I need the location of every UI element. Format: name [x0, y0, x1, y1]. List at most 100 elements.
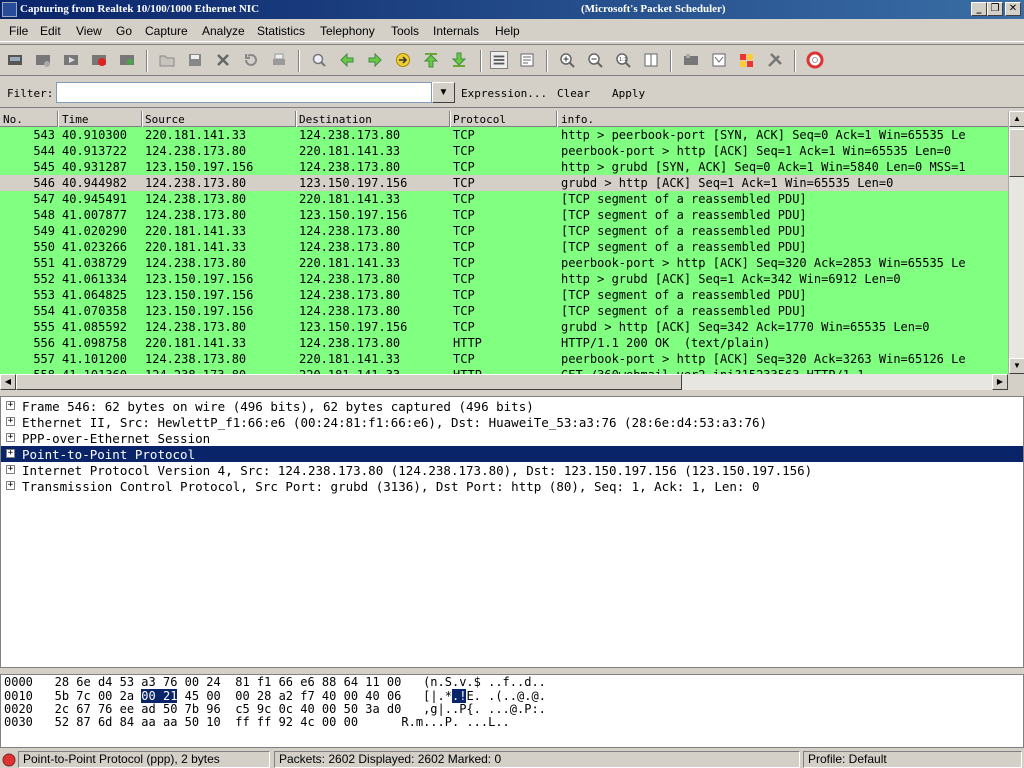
packet-row[interactable]: 543 40.910300 220.181.141.33 124.238.173.80…: [0, 127, 1008, 143]
tree-item-frame[interactable]: + Frame 546: 62 bytes on wire (496 bits),…: [1, 398, 1023, 414]
menu-file[interactable]: File: [9, 24, 28, 38]
preferences-icon[interactable]: [766, 51, 784, 69]
clear-button[interactable]: Clear: [557, 87, 590, 100]
close-file-icon[interactable]: [214, 51, 232, 69]
column-divider[interactable]: [556, 111, 558, 127]
packet-list-vertical-scrollbar[interactable]: ▲ ▼: [1008, 111, 1024, 374]
stop-capture-icon[interactable]: [90, 51, 108, 69]
reload-icon[interactable]: [242, 51, 260, 69]
packet-details-tree[interactable]: + Frame 546: 62 bytes on wire (496 bits),…: [0, 396, 1024, 668]
status-profile[interactable]: Profile: Default: [803, 751, 1022, 768]
packet-row[interactable]: 550 41.023266 220.181.141.33 124.238.173.80…: [0, 239, 1008, 255]
packet-row[interactable]: 55841.101360124.238.173.80220.181.141.33…: [0, 367, 1008, 374]
filter-dropdown-button[interactable]: ▼: [432, 82, 455, 103]
packet-list-horizontal-scrollbar[interactable]: ◀ ▶: [0, 374, 1008, 390]
column-header-no[interactable]: No.: [3, 113, 23, 126]
column-divider[interactable]: [295, 111, 297, 127]
capture-filters-icon[interactable]: [682, 51, 700, 69]
zoom-in-icon[interactable]: [558, 51, 576, 69]
tree-item-ipv4[interactable]: + Internet Protocol Version 4, Src: 124.2…: [1, 462, 1023, 478]
expand-icon[interactable]: +: [6, 449, 15, 458]
packet-row[interactable]: 549 41.020290 220.181.141.33 124.238.173.80…: [0, 223, 1008, 239]
normal-size-icon[interactable]: 1:1: [614, 51, 632, 69]
apply-button[interactable]: Apply: [612, 87, 645, 100]
interfaces-icon[interactable]: [6, 51, 24, 69]
expand-icon[interactable]: +: [6, 433, 15, 442]
auto-scroll-icon[interactable]: [518, 51, 536, 69]
packet-row[interactable]: 545 40.931287 123.150.197.156 124.238.173.8…: [0, 159, 1008, 175]
capture-options-icon[interactable]: [34, 51, 52, 69]
menu-go[interactable]: Go: [116, 24, 132, 38]
go-to-packet-icon[interactable]: [394, 51, 412, 69]
packet-row[interactable]: 557 41.101200 124.238.173.80 220.181.141.33…: [0, 351, 1008, 367]
menu-internals[interactable]: Internals: [433, 24, 479, 38]
column-header-destination[interactable]: Destination: [299, 113, 372, 126]
column-header-time[interactable]: Time: [62, 113, 89, 126]
resize-columns-icon[interactable]: [642, 51, 660, 69]
go-to-first-packet-icon[interactable]: [422, 51, 440, 69]
expand-icon[interactable]: +: [6, 465, 15, 474]
packet-row[interactable]: 552 41.061334 123.150.197.156 124.238.173.8…: [0, 271, 1008, 287]
menu-statistics[interactable]: Statistics: [257, 24, 305, 38]
tree-item-pppoe[interactable]: + PPP-over-Ethernet Session: [1, 430, 1023, 446]
menu-capture[interactable]: Capture: [145, 24, 188, 38]
print-icon[interactable]: [270, 51, 288, 69]
packet-row[interactable]: 548 41.007877 124.238.173.80 123.150.197.15…: [0, 207, 1008, 223]
column-header-info[interactable]: info.: [561, 113, 594, 126]
packet-row[interactable]: 555 41.085592 124.238.173.80 123.150.197.15…: [0, 319, 1008, 335]
hex-row[interactable]: 0010 5b 7c 00 2a 00 21 45 00 00 28 a2 f7…: [4, 689, 546, 703]
scroll-thumb[interactable]: [16, 374, 682, 390]
minimize-button[interactable]: _: [971, 2, 987, 16]
scroll-left-button[interactable]: ◀: [0, 374, 16, 390]
packet-row[interactable]: 554 41.070358 123.150.197.156 124.238.173.8…: [0, 303, 1008, 319]
scroll-right-button[interactable]: ▶: [992, 374, 1008, 390]
menu-edit[interactable]: Edit: [40, 24, 61, 38]
hex-row[interactable]: 0030 52 87 6d 84 aa aa 50 10 ff ff 92 4c…: [4, 715, 510, 729]
help-icon[interactable]: [806, 51, 824, 69]
column-divider[interactable]: [141, 111, 143, 127]
zoom-out-icon[interactable]: [586, 51, 604, 69]
packet-list[interactable]: No. Time Source Destination Protocol inf…: [0, 111, 1008, 374]
expert-info-icon[interactable]: [2, 753, 16, 767]
go-forward-icon[interactable]: [366, 51, 384, 69]
display-filters-icon[interactable]: [710, 51, 728, 69]
packet-row[interactable]: 547 40.945491 124.238.173.80 220.181.141.33…: [0, 191, 1008, 207]
find-packet-icon[interactable]: [310, 51, 328, 69]
go-to-last-packet-icon[interactable]: [450, 51, 468, 69]
packet-row[interactable]: 551 41.038729 124.238.173.80 220.181.141.33…: [0, 255, 1008, 271]
expression-button[interactable]: Expression...: [461, 87, 547, 100]
open-file-icon[interactable]: [158, 51, 176, 69]
tree-item-ethernet[interactable]: + Ethernet II, Src: HewlettP_f1:66:e6 (00…: [1, 414, 1023, 430]
restart-capture-icon[interactable]: [118, 51, 136, 69]
column-header-source[interactable]: Source: [145, 113, 185, 126]
menu-tools[interactable]: Tools: [391, 24, 419, 38]
expand-icon[interactable]: +: [6, 481, 15, 490]
tree-item-tcp[interactable]: + Transmission Control Protocol, Src Port…: [1, 478, 1023, 494]
filter-input[interactable]: [56, 82, 432, 103]
packet-row[interactable]: 556 41.098758 220.181.141.33 124.238.173.80…: [0, 335, 1008, 351]
menu-telephony[interactable]: Telephony: [320, 24, 375, 38]
close-button[interactable]: ✕: [1005, 2, 1021, 16]
packet-bytes-pane[interactable]: 0000 28 6e d4 53 a3 76 00 24 81 f1 66 e6…: [0, 674, 1024, 748]
save-file-icon[interactable]: [186, 51, 204, 69]
menu-help[interactable]: Help: [495, 24, 520, 38]
packet-row[interactable]: 544 40.913722 124.238.173.80 220.181.141.33…: [0, 143, 1008, 159]
colorize-icon[interactable]: [490, 51, 508, 69]
scroll-down-button[interactable]: ▼: [1009, 358, 1024, 374]
coloring-rules-icon[interactable]: [738, 51, 756, 69]
scroll-thumb[interactable]: [1009, 129, 1024, 177]
column-header-protocol[interactable]: Protocol: [453, 113, 506, 126]
column-divider[interactable]: [57, 111, 59, 127]
tree-item-ppp[interactable]: + Point-to-Point Protocol: [1, 446, 1023, 462]
start-capture-icon[interactable]: [62, 51, 80, 69]
menu-view[interactable]: View: [76, 24, 102, 38]
expand-icon[interactable]: +: [6, 417, 15, 426]
packet-row[interactable]: 553 41.064825 123.150.197.156 124.238.173.8…: [0, 287, 1008, 303]
hex-row[interactable]: 0000 28 6e d4 53 a3 76 00 24 81 f1 66 e6…: [4, 675, 546, 689]
column-divider[interactable]: [449, 111, 451, 127]
expand-icon[interactable]: +: [6, 401, 15, 410]
scroll-up-button[interactable]: ▲: [1009, 111, 1024, 127]
go-back-icon[interactable]: [338, 51, 356, 69]
hex-row[interactable]: 0020 2c 67 76 ee ad 50 7b 96 c5 9c 0c 40…: [4, 702, 546, 716]
packet-row[interactable]: 546 40.944982 124.238.173.80 123.150.197.15…: [0, 175, 1008, 191]
